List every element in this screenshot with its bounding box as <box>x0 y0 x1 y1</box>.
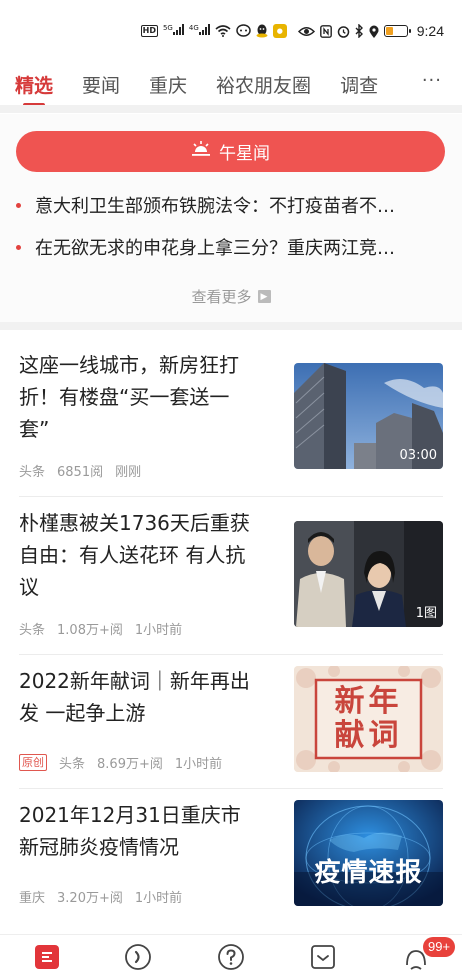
nav-question[interactable] <box>217 943 245 971</box>
bluetooth-icon <box>355 24 364 38</box>
signal-5g-label: 5G <box>162 24 173 32</box>
app-badge-icon: ● <box>272 24 287 38</box>
sun-icon <box>191 140 211 163</box>
tab-chongqing[interactable]: 重庆 <box>149 71 187 98</box>
thumbnail-text: 新年 献词 <box>316 682 421 756</box>
inbox-icon <box>311 945 335 969</box>
notification-badge: 99+ <box>423 937 456 957</box>
channel-tabs: 精选 要闻 重庆 裕农朋友圈 调查 ··· <box>0 62 462 107</box>
qq-icon <box>256 24 268 38</box>
tab-yaowen[interactable]: 要闻 <box>82 71 120 98</box>
article-thumbnail: 新年 献词 <box>294 666 443 772</box>
noon-news-button[interactable]: 午星闻 <box>16 131 445 172</box>
location-icon <box>369 24 379 38</box>
article-title-line: 折！有楼盘“买一套送一 <box>19 385 230 409</box>
article-card[interactable]: 2022新年献词｜新年再出 发 一起争上游 原创 头条 8.69万+阅 1小时前… <box>0 655 462 801</box>
thumbnail-text: 疫情速报 <box>314 858 423 888</box>
article-meta: 头条 1.08万+阅 1小时前 <box>19 619 194 638</box>
alarm-icon <box>337 24 350 38</box>
noon-headline-text: 意大利卫生部颁布铁腕法令：不打疫苗者不… <box>35 196 395 217</box>
status-time: 9:24 <box>416 23 444 39</box>
thumbnail-text-line: 新年 <box>334 684 403 719</box>
article-meta: 重庆 3.20万+阅 1小时前 <box>19 887 194 906</box>
article-title-line: 2022新年献词｜新年再出 <box>19 669 250 693</box>
divider <box>0 105 462 113</box>
article-title-line: 套” <box>19 417 50 441</box>
article-source: 头条 <box>19 465 46 480</box>
article-source: 头条 <box>59 757 86 772</box>
article-card[interactable]: 2021年12月31日重庆市 新冠肺炎疫情情况 重庆 3.20万+阅 1小时前 … <box>0 789 462 934</box>
original-tag: 原创 <box>19 754 47 771</box>
noon-news-label: 午星闻 <box>219 144 270 164</box>
tab-jingxuan[interactable]: 精选 <box>15 71 53 107</box>
article-thumbnail: 疫情速报 <box>294 800 443 906</box>
article-card[interactable]: 这座一线城市，新房狂打 折！有楼盘“买一套送一 套” 头条 6851阅 刚刚 0… <box>0 330 462 496</box>
bottom-nav <box>0 934 462 972</box>
article-title: 2022新年献词｜新年再出 发 一起争上游 <box>19 665 277 729</box>
tab-yunong-friends[interactable]: 裕农朋友圈 <box>216 71 311 98</box>
article-source: 重庆 <box>19 891 46 906</box>
chat-icon <box>236 24 251 38</box>
article-title-line: 2021年12月31日重庆市 <box>19 803 241 827</box>
signal-5g-icon: 5G <box>163 24 184 38</box>
article-title-line: 这座一线城市，新房狂打 <box>19 353 239 377</box>
article-title: 朴槿惠被关1736天后重获 自由：有人送花环 有人抗 议 <box>19 507 277 603</box>
article-title-line: 新冠肺炎疫情情况 <box>19 835 179 859</box>
see-more-label: 查看更多 <box>191 288 252 306</box>
noon-headline-text: 在无欲无求的申花身上拿三分？重庆两江竞… <box>35 238 395 259</box>
article-thumbnail: 1图 <box>294 521 443 627</box>
battery-icon <box>383 25 411 37</box>
article-time: 1小时前 <box>134 891 183 906</box>
article-title-line: 发 一起争上游 <box>19 701 146 725</box>
article-source: 头条 <box>19 623 46 638</box>
nav-home[interactable] <box>33 943 61 971</box>
home-icon <box>35 945 59 969</box>
more-tabs-button[interactable]: ··· <box>422 70 442 91</box>
wifi-icon <box>215 24 231 38</box>
see-more-link[interactable]: 查看更多 ▶ <box>0 286 462 307</box>
article-meta: 头条 6851阅 刚刚 <box>19 461 153 480</box>
signal-4g-label: 4G <box>188 24 199 32</box>
divider <box>0 322 462 330</box>
discover-icon <box>125 944 151 970</box>
bullet-dot <box>16 202 21 208</box>
article-card[interactable]: 朴槿惠被关1736天后重获 自由：有人送花环 有人抗 议 头条 1.08万+阅 … <box>0 497 462 655</box>
thumbnail-text-line: 献词 <box>334 718 403 753</box>
nav-discover[interactable] <box>124 943 152 971</box>
article-title: 2021年12月31日重庆市 新冠肺炎疫情情况 <box>19 799 277 863</box>
chevron-right-icon: ▶ <box>257 290 271 303</box>
image-count: 1图 <box>415 606 437 621</box>
article-meta: 原创 头条 8.69万+阅 1小时前 <box>19 753 234 772</box>
article-time: 1小时前 <box>174 757 223 772</box>
tab-diaocha[interactable]: 调查 <box>340 71 378 98</box>
article-reads: 8.69万+阅 <box>97 757 163 772</box>
bullet-dot <box>16 244 21 250</box>
article-time: 刚刚 <box>115 465 142 480</box>
article-title-line: 朴槿惠被关1736天后重获 <box>19 511 250 535</box>
question-icon <box>218 944 244 970</box>
article-reads: 6851阅 <box>57 465 104 480</box>
nav-inbox[interactable] <box>309 943 337 971</box>
noon-headline[interactable]: 意大利卫生部颁布铁腕法令：不打疫苗者不… <box>16 192 446 218</box>
article-title-line: 议 <box>19 575 39 599</box>
status-bar: HD 5G 4G ● 9:24 <box>0 0 462 62</box>
video-duration: 03:00 <box>399 448 437 463</box>
eye-icon <box>297 24 315 38</box>
battery-level <box>385 27 393 35</box>
nfc-icon <box>319 24 332 38</box>
hd-icon: HD <box>140 25 158 37</box>
article-time: 1小时前 <box>134 623 183 638</box>
noon-headline[interactable]: 在无欲无求的申花身上拿三分？重庆两江竞… <box>16 234 446 260</box>
article-title-line: 自由：有人送花环 有人抗 <box>19 543 246 567</box>
article-reads: 3.20万+阅 <box>57 891 123 906</box>
article-title: 这座一线城市，新房狂打 折！有楼盘“买一套送一 套” <box>19 349 277 445</box>
article-reads: 1.08万+阅 <box>57 623 123 638</box>
noon-news-section: 午星闻 意大利卫生部颁布铁腕法令：不打疫苗者不… 在无欲无求的申花身上拿三分？重… <box>0 114 462 322</box>
article-thumbnail: 03:00 <box>294 363 443 469</box>
signal-4g-icon: 4G <box>189 24 210 38</box>
